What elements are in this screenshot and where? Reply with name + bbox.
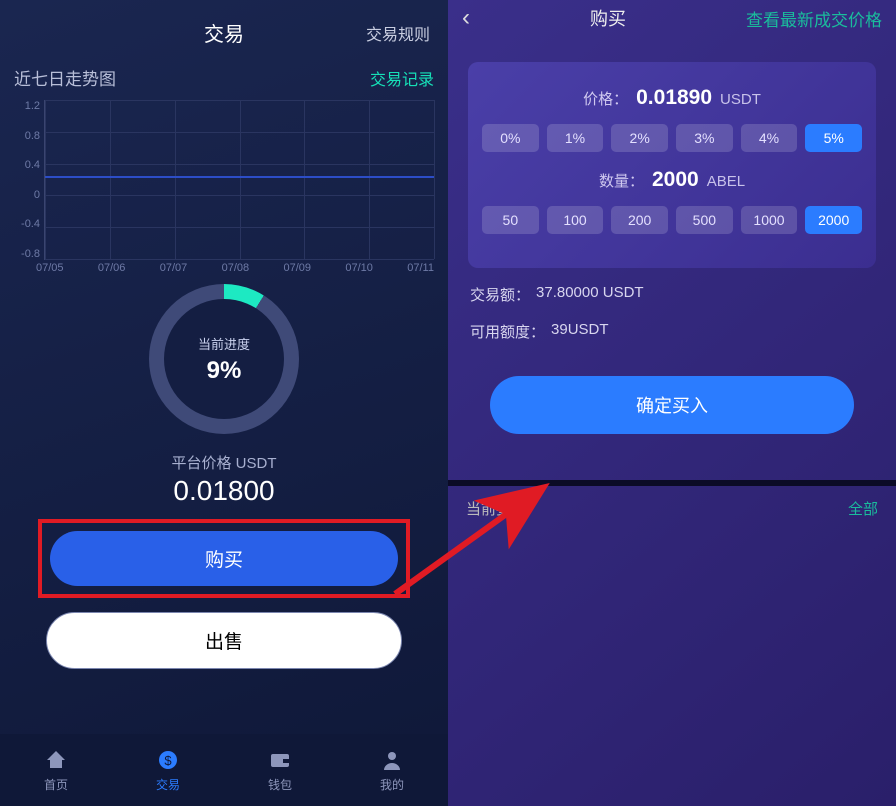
qty-options: 50 100 200 500 1000 2000 — [482, 206, 862, 234]
pct-3[interactable]: 3% — [676, 124, 733, 152]
percent-options: 0% 1% 2% 3% 4% 5% — [482, 124, 862, 152]
amount-line: 交易额： 37.80000 USDT — [470, 284, 874, 305]
orders-header: 当前委托 全部 — [448, 486, 896, 531]
orders-all-link[interactable]: 全部 — [848, 498, 878, 519]
page-title: 购买 — [590, 5, 626, 31]
progress-label: 当前进度 — [198, 334, 250, 353]
chart-title: 近七日走势图 — [14, 65, 116, 90]
sell-button[interactable]: 出售 — [46, 612, 402, 669]
svg-text:$: $ — [164, 753, 172, 768]
latest-price-link[interactable]: 查看最新成交价格 — [746, 6, 882, 31]
orders-title: 当前委托 — [466, 498, 526, 519]
progress-value: 9% — [198, 357, 250, 385]
trade-icon: $ — [155, 747, 181, 773]
profile-icon — [379, 747, 405, 773]
buy-screen: ‹ 购买 查看最新成交价格 价格： 0.01890 USDT 0% 1% 2% … — [448, 0, 896, 806]
buy-button[interactable]: 购买 — [50, 531, 398, 586]
wallet-icon — [267, 747, 293, 773]
confirm-buy-button[interactable]: 确定买入 — [490, 376, 854, 434]
page-title: 交易 — [204, 18, 244, 47]
price-value: 0.01800 — [0, 475, 448, 507]
chart-plot — [44, 100, 434, 260]
header: ‹ 购买 查看最新成交价格 — [448, 0, 896, 40]
pct-4[interactable]: 4% — [741, 124, 798, 152]
bottom-nav: 首页 $ 交易 钱包 我的 — [0, 734, 448, 806]
buy-highlight: 购买 — [38, 519, 410, 598]
y-axis-ticks: 1.2 0.8 0.4 0 -0.4 -0.8 — [14, 100, 40, 260]
pct-5[interactable]: 5% — [805, 124, 862, 152]
nav-profile[interactable]: 我的 — [379, 747, 405, 793]
record-link[interactable]: 交易记录 — [370, 66, 434, 90]
rules-link[interactable]: 交易规则 — [366, 21, 430, 45]
qty-100[interactable]: 100 — [547, 206, 604, 234]
qty-row: 数量： 2000 ABEL — [482, 168, 862, 192]
buy-panel: 价格： 0.01890 USDT 0% 1% 2% 3% 4% 5% 数量： 2… — [468, 62, 876, 268]
price-label: 价格： — [583, 88, 628, 109]
qty-2000[interactable]: 2000 — [805, 206, 862, 234]
qty-value: 2000 — [652, 168, 699, 192]
progress-donut: 当前进度 9% — [149, 284, 299, 434]
price-unit: USDT — [720, 91, 761, 108]
nav-wallet[interactable]: 钱包 — [267, 747, 293, 793]
x-axis-ticks: 07/05 07/06 07/07 07/08 07/09 07/10 07/1… — [36, 262, 434, 274]
qty-1000[interactable]: 1000 — [741, 206, 798, 234]
price-section: 平台价格 USDT 0.01800 — [0, 452, 448, 507]
available-line: 可用额度： 39USDT — [470, 321, 874, 342]
header: 交易 交易规则 — [0, 0, 448, 55]
qty-500[interactable]: 500 — [676, 206, 733, 234]
price-value: 0.01890 — [636, 86, 712, 110]
price-row: 价格： 0.01890 USDT — [482, 86, 862, 110]
progress-donut-wrap: 当前进度 9% — [0, 284, 448, 434]
sub-header: 近七日走势图 交易记录 — [0, 55, 448, 96]
qty-50[interactable]: 50 — [482, 206, 539, 234]
qty-label: 数量： — [599, 170, 644, 191]
back-icon[interactable]: ‹ — [462, 4, 470, 32]
home-icon — [43, 747, 69, 773]
pct-2[interactable]: 2% — [611, 124, 668, 152]
qty-unit: ABEL — [707, 173, 745, 190]
trend-chart: 1.2 0.8 0.4 0 -0.4 -0.8 07/05 07/06 — [14, 100, 434, 270]
trading-screen: 交易 交易规则 近七日走势图 交易记录 1.2 0.8 0.4 0 -0.4 -… — [0, 0, 448, 806]
qty-200[interactable]: 200 — [611, 206, 668, 234]
pct-1[interactable]: 1% — [547, 124, 604, 152]
nav-home[interactable]: 首页 — [43, 747, 69, 793]
pct-0[interactable]: 0% — [482, 124, 539, 152]
nav-trade[interactable]: $ 交易 — [155, 747, 181, 793]
price-label: 平台价格 USDT — [0, 452, 448, 473]
